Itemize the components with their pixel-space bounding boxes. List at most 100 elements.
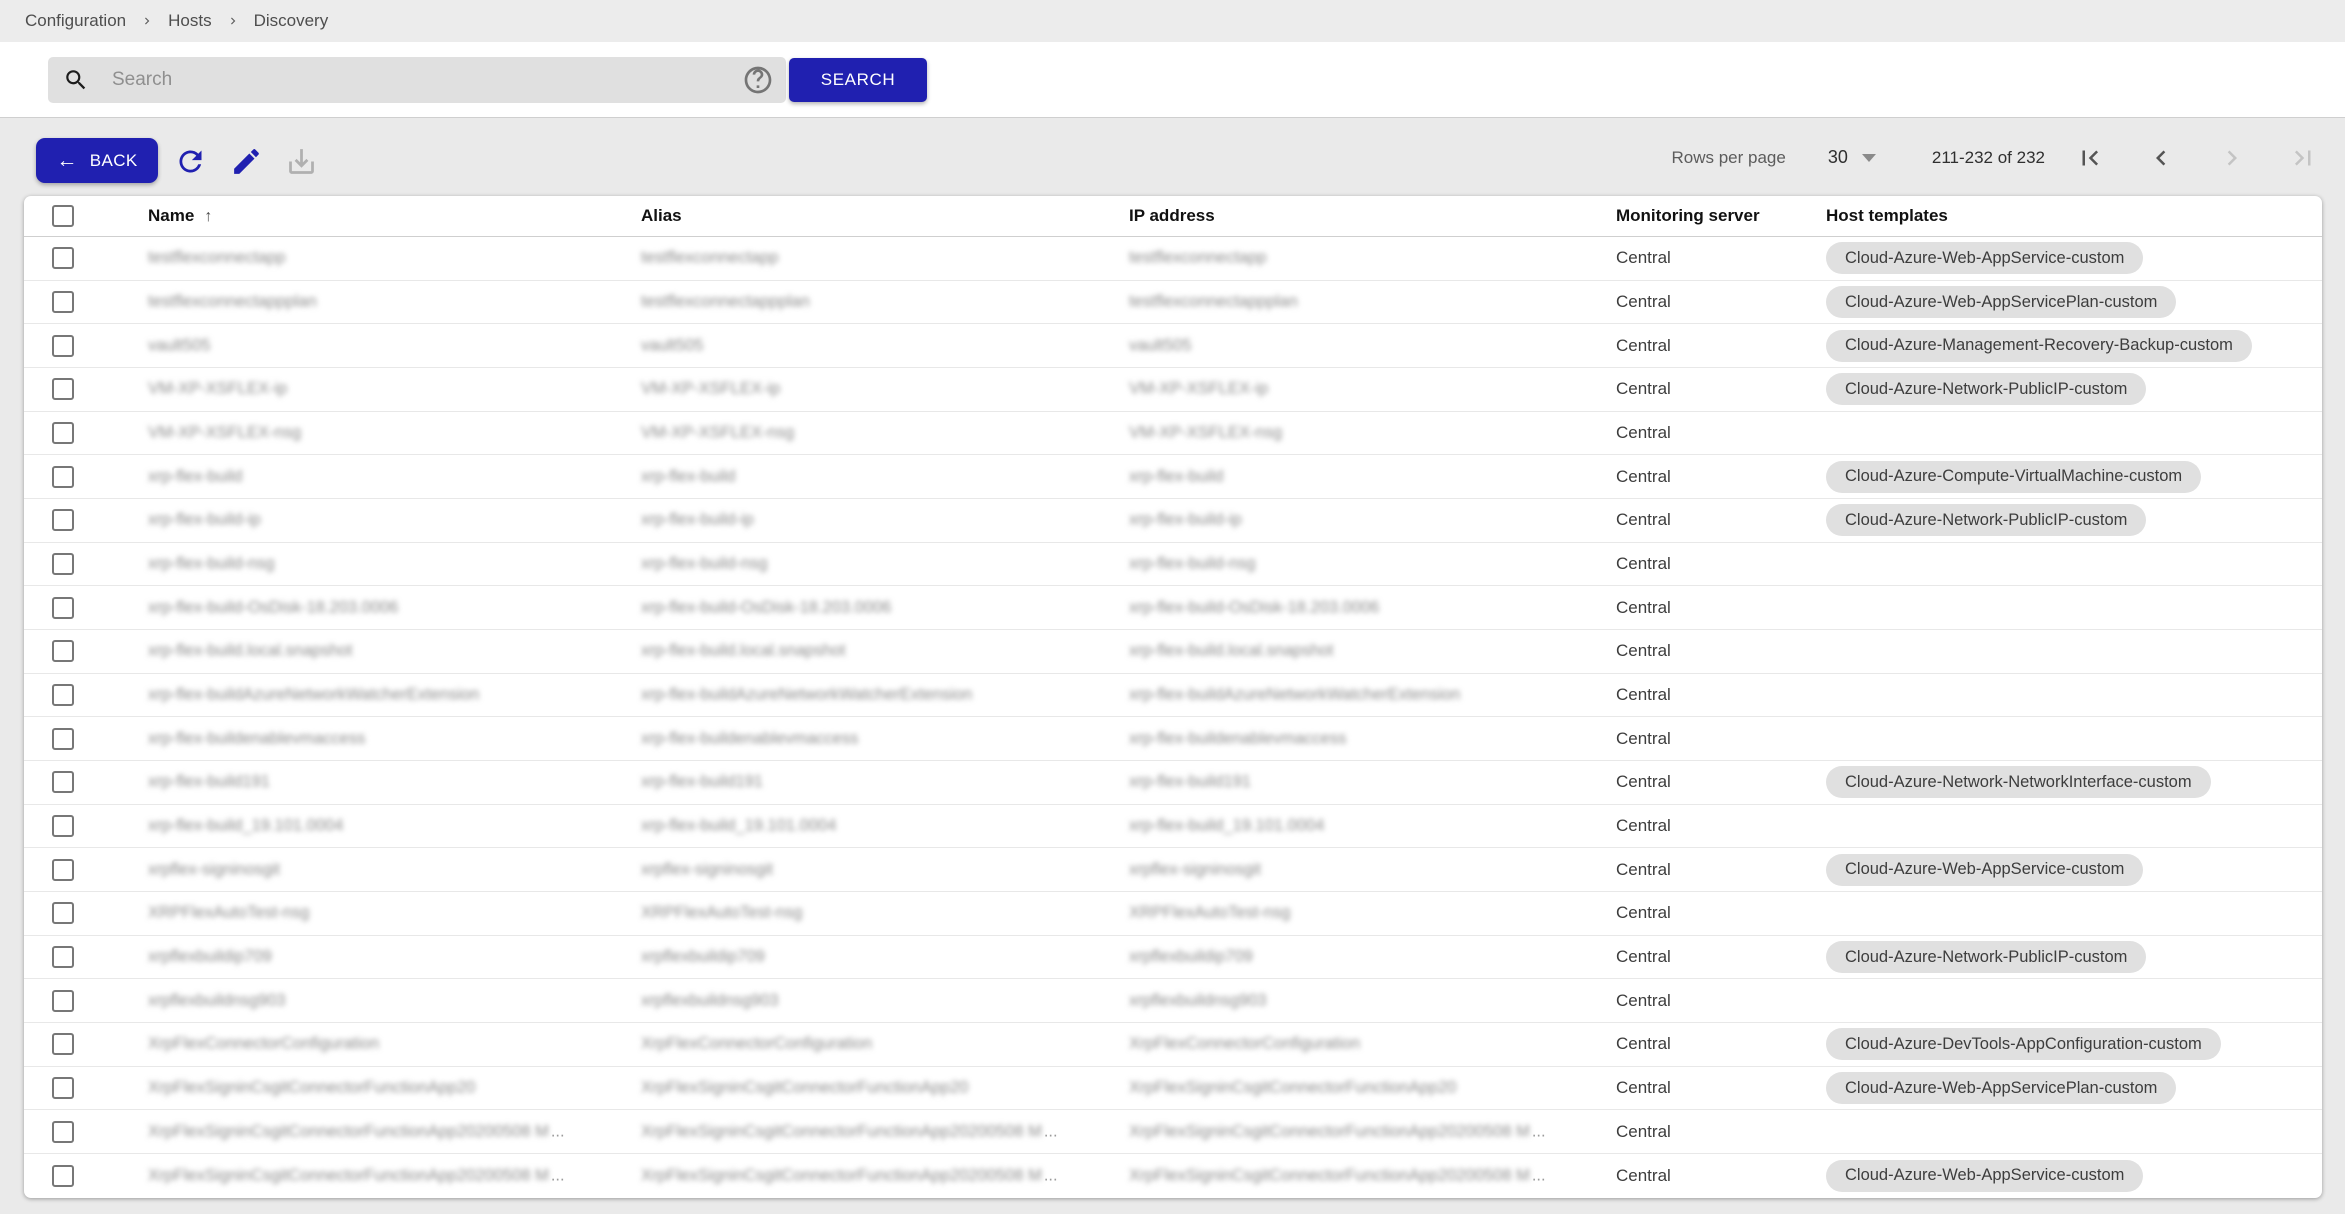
breadcrumb-item-hosts[interactable]: Hosts: [168, 11, 211, 31]
row-alias: xrp-flex-build.local.snapshot: [641, 642, 846, 661]
row-checkbox[interactable]: [52, 728, 74, 750]
row-ip: xrp-flex-build-nsg: [1129, 555, 1256, 574]
row-ip: xrp-flex-build-ip: [1129, 511, 1242, 530]
row-host-templates: Cloud-Azure-Management-Recovery-Backup-c…: [1826, 330, 2252, 362]
help-icon[interactable]: [742, 64, 774, 96]
column-header-name[interactable]: Name↑: [148, 206, 212, 226]
row-alias: testflexconnectappplan: [641, 293, 810, 312]
search-button[interactable]: SEARCH: [789, 58, 927, 102]
rows-per-page-select[interactable]: 30: [1828, 147, 1876, 168]
row-host-templates: Cloud-Azure-Network-PublicIP-custom: [1826, 373, 2146, 405]
table-row[interactable]: XrpFlexConnectorConfiguration XrpFlexCon…: [24, 1023, 2322, 1067]
row-checkbox[interactable]: [52, 771, 74, 793]
row-monitoring-server: Central: [1616, 772, 1671, 792]
row-host-templates: Cloud-Azure-Web-AppService-custom: [1826, 854, 2143, 886]
row-checkbox[interactable]: [52, 946, 74, 968]
table-row[interactable]: VM-XP-XSFLEX-nsg VM-XP-XSFLEX-nsg VM-XP-…: [24, 412, 2322, 456]
row-checkbox[interactable]: [52, 247, 74, 269]
row-checkbox[interactable]: [52, 422, 74, 444]
table-row[interactable]: XrpFlexSigninCsgitConnectorFunctionApp20…: [24, 1067, 2322, 1111]
refresh-button[interactable]: [172, 143, 208, 179]
row-checkbox[interactable]: [52, 640, 74, 662]
row-ip: VM-XP-XSFLEX-ip: [1129, 380, 1268, 399]
table-row[interactable]: XrpFlexSigninCsgitConnectorFunctionApp20…: [24, 1110, 2322, 1154]
row-checkbox[interactable]: [52, 509, 74, 531]
row-checkbox[interactable]: [52, 902, 74, 924]
table-row[interactable]: xrpflexbuildip709 xrpflexbuildip709 xrpf…: [24, 936, 2322, 980]
row-name: xrp-flex-build-OsDisk-18.203.0006: [148, 598, 398, 617]
table-row[interactable]: VM-XP-XSFLEX-ip VM-XP-XSFLEX-ip VM-XP-XS…: [24, 368, 2322, 412]
table-row[interactable]: xrp-flex-build xrp-flex-build xrp-flex-b…: [24, 455, 2322, 499]
column-header-ip[interactable]: IP address: [1129, 206, 1215, 226]
row-checkbox[interactable]: [52, 1033, 74, 1055]
column-header-monitoring-server[interactable]: Monitoring server: [1616, 206, 1760, 226]
row-checkbox[interactable]: [52, 466, 74, 488]
table-row[interactable]: testflexconnectapp testflexconnectapp te…: [24, 237, 2322, 281]
row-checkbox[interactable]: [52, 291, 74, 313]
host-template-chip: Cloud-Azure-Web-AppService-custom: [1826, 854, 2143, 886]
row-monitoring-server: Central: [1616, 947, 1671, 967]
row-checkbox[interactable]: [52, 597, 74, 619]
edit-button[interactable]: [228, 143, 264, 179]
row-monitoring-server: Central: [1616, 336, 1671, 356]
search-bar-section: SEARCH: [0, 42, 2345, 118]
search-icon: [63, 67, 89, 93]
row-alias: testflexconnectapp: [641, 249, 779, 268]
row-alias: xrp-flex-buildenablevmaccess: [641, 729, 858, 748]
row-monitoring-server: Central: [1616, 816, 1671, 836]
table-row[interactable]: xrp-flex-build-ip xrp-flex-build-ip xrp-…: [24, 499, 2322, 543]
table-row[interactable]: xrp-flex-build.local.snapshot xrp-flex-b…: [24, 630, 2322, 674]
row-alias: xrpflex-signinosgit: [641, 860, 773, 879]
row-ip: testflexconnectapp: [1129, 249, 1267, 268]
table-row[interactable]: xrp-flex-build-OsDisk-18.203.0006 xrp-fl…: [24, 586, 2322, 630]
row-ip: XrpFlexSigninCsgitConnectorFunctionApp20…: [1129, 1166, 1546, 1185]
row-checkbox[interactable]: [52, 378, 74, 400]
row-monitoring-server: Central: [1616, 641, 1671, 661]
breadcrumb-item-configuration[interactable]: Configuration: [25, 11, 126, 31]
row-monitoring-server: Central: [1616, 248, 1671, 268]
row-checkbox[interactable]: [52, 553, 74, 575]
search-box[interactable]: [48, 57, 786, 103]
row-checkbox[interactable]: [52, 1077, 74, 1099]
table-row[interactable]: xrp-flex-build_19.101.0004 xrp-flex-buil…: [24, 805, 2322, 849]
table-row[interactable]: xrp-flex-buildAzureNetworkWatcherExtensi…: [24, 674, 2322, 718]
row-name: xrp-flex-build-ip: [148, 511, 261, 530]
table-row[interactable]: XRPFlexAutoTest-nsg XRPFlexAutoTest-nsg …: [24, 892, 2322, 936]
breadcrumb-item-discovery[interactable]: Discovery: [254, 11, 329, 31]
previous-page-button[interactable]: [2142, 139, 2180, 177]
row-checkbox[interactable]: [52, 1165, 74, 1187]
row-monitoring-server: Central: [1616, 554, 1671, 574]
back-button[interactable]: ← BACK: [36, 138, 158, 183]
search-input[interactable]: [89, 69, 742, 91]
table-row[interactable]: xrp-flex-build-nsg xrp-flex-build-nsg xr…: [24, 543, 2322, 587]
next-page-button[interactable]: [2213, 139, 2251, 177]
row-checkbox[interactable]: [52, 990, 74, 1012]
dropdown-caret-icon: [1862, 154, 1876, 162]
table-row[interactable]: xrp-flex-buildenablevmaccess xrp-flex-bu…: [24, 717, 2322, 761]
first-page-button[interactable]: [2071, 139, 2109, 177]
last-page-button[interactable]: [2284, 139, 2322, 177]
table-row[interactable]: XrpFlexSigninCsgitConnectorFunctionApp20…: [24, 1154, 2322, 1198]
first-page-icon: [2075, 143, 2105, 173]
table-row[interactable]: xrpflexbuildnsg903 xrpflexbuildnsg903 xr…: [24, 979, 2322, 1023]
column-header-host-templates[interactable]: Host templates: [1826, 206, 1948, 226]
download-button[interactable]: [283, 143, 319, 179]
row-name: xrpflex-signinosgit: [148, 860, 280, 879]
row-alias: xrp-flex-build: [641, 467, 735, 486]
table-row[interactable]: xrp-flex-build191 xrp-flex-build191 xrp-…: [24, 761, 2322, 805]
row-host-templates: Cloud-Azure-Web-AppService-custom: [1826, 1160, 2143, 1192]
row-checkbox[interactable]: [52, 859, 74, 881]
edit-pencil-icon: [230, 145, 263, 178]
row-checkbox[interactable]: [52, 684, 74, 706]
column-header-alias[interactable]: Alias: [641, 206, 682, 226]
table-row[interactable]: testflexconnectappplan testflexconnectap…: [24, 281, 2322, 325]
row-checkbox[interactable]: [52, 335, 74, 357]
download-icon: [285, 145, 318, 178]
row-checkbox[interactable]: [52, 815, 74, 837]
table-row[interactable]: xrpflex-signinosgit xrpflex-signinosgit …: [24, 848, 2322, 892]
row-host-templates: Cloud-Azure-Network-PublicIP-custom: [1826, 941, 2146, 973]
select-all-checkbox[interactable]: [52, 205, 74, 227]
row-checkbox[interactable]: [52, 1121, 74, 1143]
table-row[interactable]: vault505 vault505 vault505 Central Cloud…: [24, 324, 2322, 368]
row-alias: vault505: [641, 336, 703, 355]
